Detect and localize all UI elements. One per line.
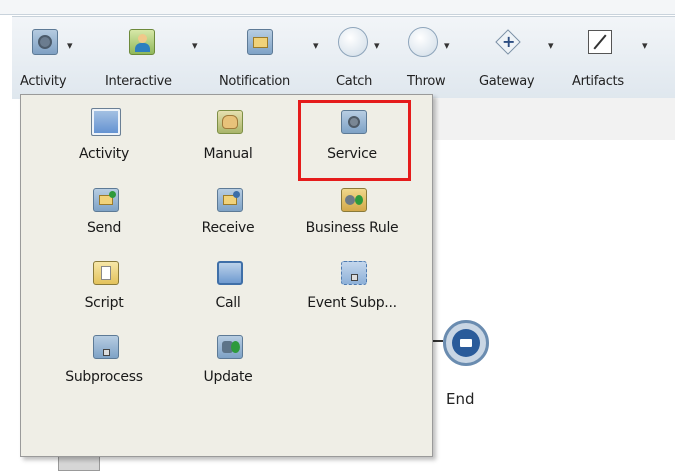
toolbar-catch[interactable]: ▾ Catch bbox=[330, 17, 400, 99]
envelope-icon bbox=[247, 29, 273, 55]
menu-item-label: Event Subp... bbox=[307, 295, 397, 311]
end-event-label: End bbox=[446, 390, 475, 408]
toolbar-gateway[interactable]: + ▾ Gateway bbox=[475, 17, 570, 99]
circle-event-icon bbox=[408, 27, 438, 57]
palette-toolbar: ▾ Activity ▾ Interactive ▾ Notification … bbox=[12, 16, 675, 99]
menu-item-label: Business Rule bbox=[305, 220, 399, 236]
menu-item-update[interactable]: Update bbox=[173, 325, 283, 397]
activity-icon bbox=[91, 108, 121, 136]
menu-item-label: Receive bbox=[201, 220, 255, 236]
toolbar-artifacts[interactable]: ▾ Artifacts bbox=[570, 17, 670, 99]
send-envelope-icon bbox=[93, 188, 119, 212]
gear-box-icon bbox=[32, 29, 58, 55]
business-rule-icon bbox=[341, 188, 367, 212]
chevron-down-icon[interactable]: ▾ bbox=[444, 39, 450, 52]
menu-item-script[interactable]: Script bbox=[49, 251, 159, 323]
process-canvas[interactable] bbox=[433, 140, 675, 471]
chevron-down-icon[interactable]: ▾ bbox=[192, 39, 198, 52]
menu-item-label: Update bbox=[203, 369, 253, 385]
toolbar-label: Interactive bbox=[105, 74, 172, 89]
chevron-down-icon[interactable]: ▾ bbox=[313, 39, 319, 52]
menu-item-event-subprocess[interactable]: Event Subp... bbox=[297, 251, 407, 323]
menu-item-label: Manual bbox=[203, 146, 253, 162]
gateway-diamond-icon: + bbox=[495, 29, 521, 55]
toolbar-label: Gateway bbox=[479, 74, 535, 89]
menu-item-label: Call bbox=[215, 295, 241, 311]
toolbar-label: Notification bbox=[219, 74, 290, 89]
menu-item-label: Activity bbox=[79, 146, 129, 162]
menu-item-call[interactable]: Call bbox=[173, 251, 283, 323]
person-icon bbox=[129, 29, 155, 55]
script-icon bbox=[93, 261, 119, 285]
menu-item-activity[interactable]: Activity bbox=[49, 100, 159, 172]
chevron-down-icon[interactable]: ▾ bbox=[67, 39, 73, 52]
receive-envelope-icon bbox=[217, 188, 243, 212]
chevron-down-icon[interactable]: ▾ bbox=[642, 39, 648, 52]
end-event-icon[interactable] bbox=[443, 320, 489, 366]
menu-item-manual[interactable]: Manual bbox=[173, 100, 283, 172]
toolbar-throw[interactable]: ▾ Throw bbox=[402, 17, 472, 99]
toolbar-label: Activity bbox=[20, 74, 67, 89]
toolbar-activity[interactable]: ▾ Activity bbox=[12, 17, 94, 99]
window-top-strip bbox=[0, 0, 675, 15]
circle-event-icon bbox=[338, 27, 368, 57]
menu-item-label: Subprocess bbox=[65, 369, 143, 385]
menu-item-label: Script bbox=[84, 295, 124, 311]
menu-item-send[interactable]: Send bbox=[49, 178, 159, 250]
subprocess-icon bbox=[93, 335, 119, 359]
toolbar-label: Artifacts bbox=[572, 74, 624, 89]
chevron-down-icon[interactable]: ▾ bbox=[374, 39, 380, 52]
call-activity-icon bbox=[217, 261, 243, 285]
event-subprocess-icon bbox=[341, 261, 367, 285]
chevron-down-icon[interactable]: ▾ bbox=[548, 39, 554, 52]
menu-item-label: Send bbox=[86, 220, 122, 236]
menu-item-receive[interactable]: Receive bbox=[173, 178, 283, 250]
service-selection-highlight bbox=[298, 100, 411, 181]
toolbar-label: Catch bbox=[336, 74, 373, 89]
update-task-icon bbox=[217, 335, 243, 359]
manual-task-icon bbox=[217, 110, 243, 134]
toolbar-interactive[interactable]: ▾ Interactive bbox=[105, 17, 207, 99]
canvas-header bbox=[433, 98, 675, 141]
annotation-icon bbox=[588, 30, 612, 54]
toolbar-notification[interactable]: ▾ Notification bbox=[217, 17, 327, 99]
toolbar-label: Throw bbox=[407, 74, 446, 89]
menu-item-business-rule[interactable]: Business Rule bbox=[297, 178, 407, 250]
menu-item-subprocess[interactable]: Subprocess bbox=[49, 325, 159, 397]
